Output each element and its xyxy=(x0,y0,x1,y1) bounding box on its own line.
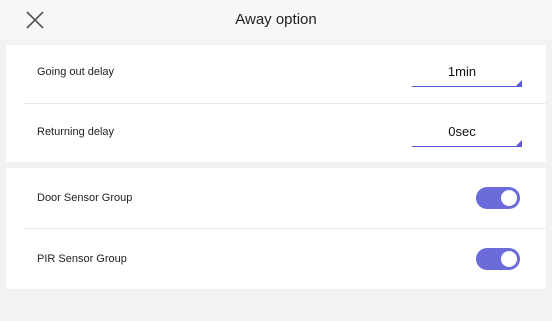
pir-sensor-group-label: PIR Sensor Group xyxy=(37,253,127,265)
door-sensor-group-label: Door Sensor Group xyxy=(37,192,133,204)
going-out-delay-select[interactable]: 1min xyxy=(412,61,522,87)
header-bar: Away option xyxy=(0,0,552,40)
toggle-knob xyxy=(501,251,517,267)
dropdown-caret-icon xyxy=(516,140,522,146)
going-out-delay-label: Going out delay xyxy=(37,66,115,78)
going-out-delay-value: 1min xyxy=(447,64,477,79)
pir-sensor-group-row: PIR Sensor Group xyxy=(6,229,546,289)
returning-delay-value: 0sec xyxy=(448,124,476,139)
select-underline xyxy=(412,146,522,147)
door-sensor-group-row: Door Sensor Group xyxy=(6,168,546,228)
dropdown-caret-icon xyxy=(516,80,522,86)
returning-delay-label: Returning delay xyxy=(37,126,115,138)
returning-delay-row: Returning delay 0sec xyxy=(6,104,546,162)
going-out-delay-row: Going out delay 1min xyxy=(6,45,546,103)
pir-sensor-group-toggle[interactable] xyxy=(476,248,520,270)
delay-settings-panel: Going out delay 1min Returning delay 0se… xyxy=(6,45,546,162)
door-sensor-group-toggle[interactable] xyxy=(476,187,520,209)
select-underline xyxy=(412,86,522,87)
returning-delay-select[interactable]: 0sec xyxy=(412,121,522,147)
page-title: Away option xyxy=(235,11,317,28)
toggle-knob xyxy=(501,190,517,206)
sensor-groups-panel: Door Sensor Group PIR Sensor Group xyxy=(6,168,546,289)
